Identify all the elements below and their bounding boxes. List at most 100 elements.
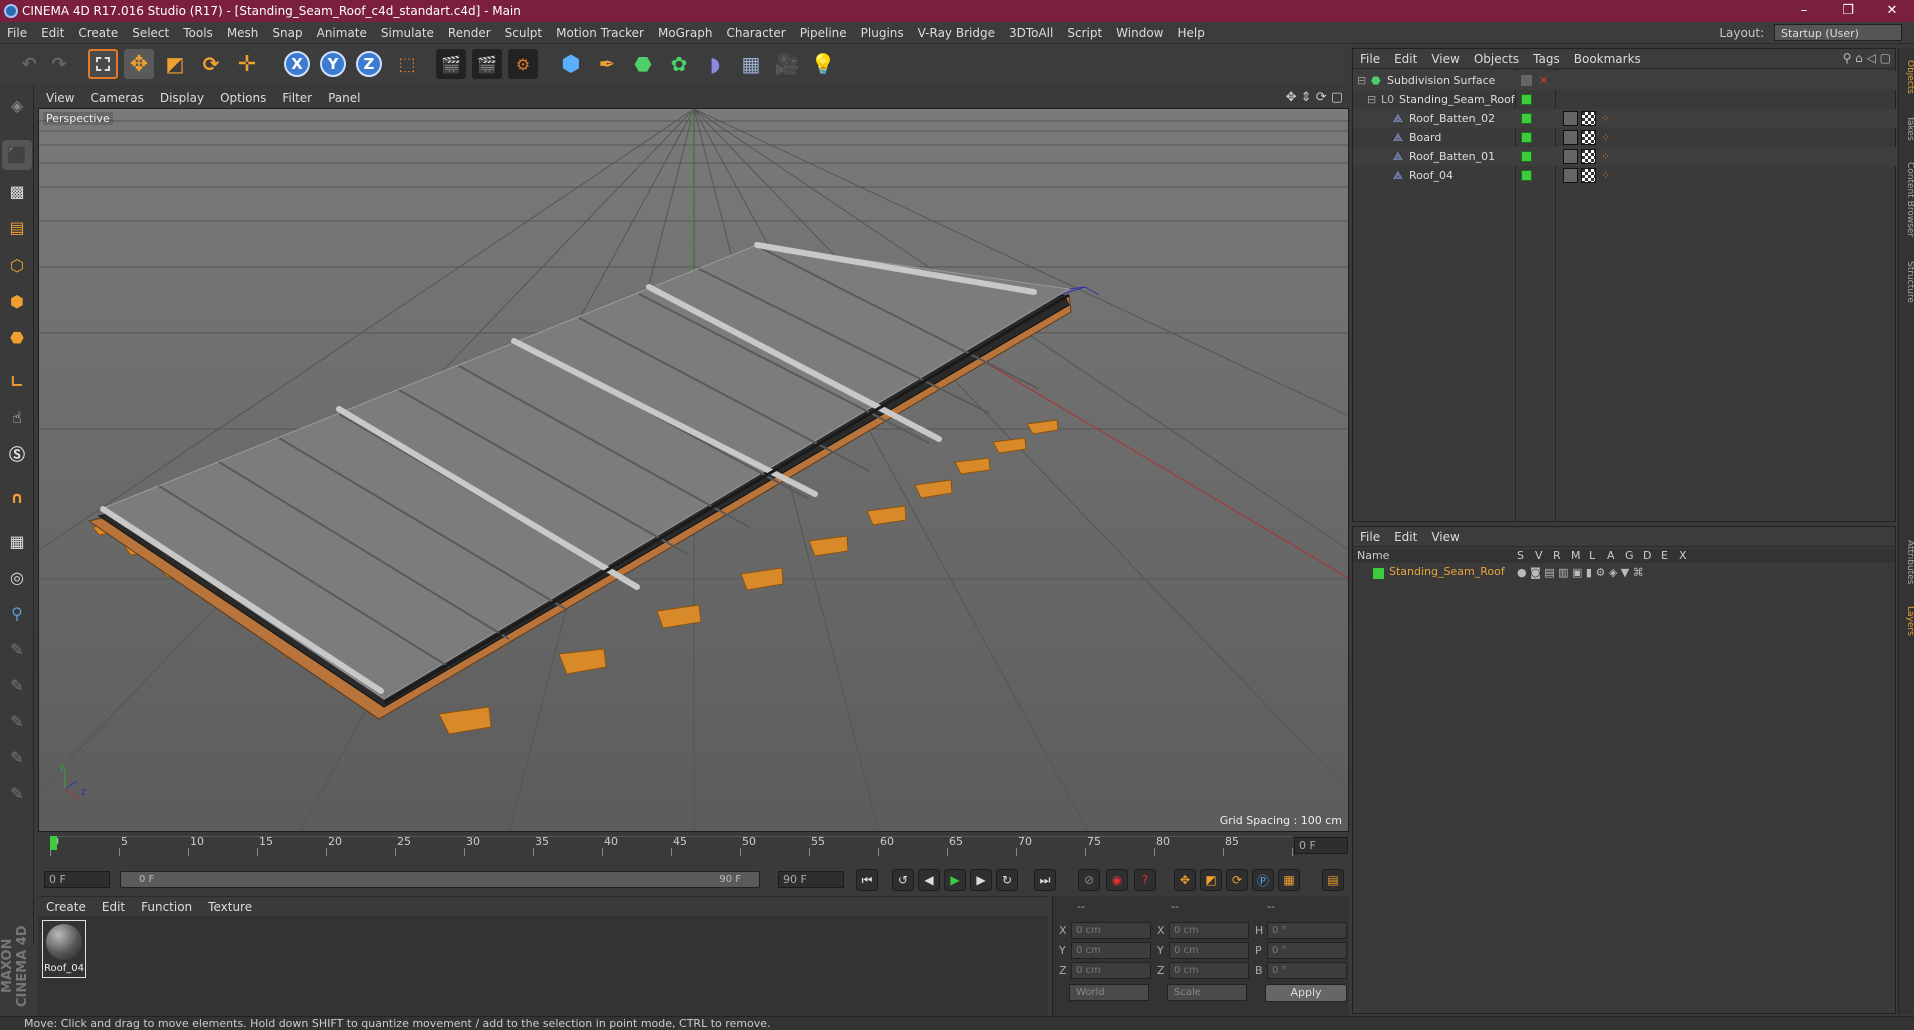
- menu-mograph[interactable]: MoGraph: [651, 22, 720, 44]
- layer-col-manager[interactable]: M: [1571, 549, 1581, 563]
- end-frame-field[interactable]: 90 F: [778, 871, 844, 888]
- menu-animate[interactable]: Animate: [310, 22, 374, 44]
- uvw-tag-icon[interactable]: [1581, 130, 1596, 145]
- z-axis-lock[interactable]: Z: [356, 51, 382, 77]
- record-keys-icon[interactable]: ⊘: [1078, 869, 1100, 891]
- menu-script[interactable]: Script: [1060, 22, 1109, 44]
- 3d-viewport[interactable]: y z Perspective Grid Spacing : 100 cm: [38, 108, 1349, 832]
- menu-render[interactable]: Render: [441, 22, 498, 44]
- menu-3dtoall[interactable]: 3DToAll: [1002, 22, 1060, 44]
- planar-workplane-icon[interactable]: ◎: [2, 562, 32, 592]
- material-tag-icon[interactable]: ⁘: [1601, 128, 1610, 147]
- objects-menu-tags[interactable]: Tags: [1526, 49, 1567, 69]
- redo-icon[interactable]: ↷: [44, 49, 74, 79]
- make-editable-icon[interactable]: ◈: [2, 90, 32, 120]
- material-tag-icon[interactable]: ⁘: [1601, 109, 1610, 128]
- size-z-field[interactable]: 0 cm: [1169, 962, 1249, 979]
- coordinate-mode-dropdown[interactable]: Scale: [1167, 984, 1247, 1001]
- edges-mode-icon[interactable]: ⬢: [2, 286, 32, 316]
- objects-menu-file[interactable]: File: [1353, 49, 1387, 69]
- subdivision-surface-icon[interactable]: ⬣: [628, 49, 658, 79]
- material-roof-04[interactable]: Roof_04: [42, 920, 86, 978]
- deformer-icon[interactable]: ◗: [700, 49, 730, 79]
- objects-menu-view[interactable]: View: [1424, 49, 1466, 69]
- goto-start-icon[interactable]: ⏮: [856, 869, 878, 891]
- spline-pen-icon[interactable]: ✒: [592, 49, 622, 79]
- layers-menu-file[interactable]: File: [1353, 527, 1387, 547]
- viewport-menu-display[interactable]: Display: [152, 88, 212, 108]
- menu-motion-tracker[interactable]: Motion Tracker: [549, 22, 651, 44]
- x-axis-lock[interactable]: X: [284, 51, 310, 77]
- transform-tool-icon[interactable]: ✛: [232, 49, 262, 79]
- layer-color-swatch[interactable]: [1521, 113, 1532, 124]
- objects-menu-bookmarks[interactable]: Bookmarks: [1567, 49, 1648, 69]
- snapping-icon[interactable]: Ⓢ: [2, 438, 32, 468]
- menu-snap[interactable]: Snap: [265, 22, 309, 44]
- position-x-field[interactable]: 0 cm: [1071, 922, 1151, 939]
- render-view-icon[interactable]: 🎬: [436, 49, 466, 79]
- dock-tab-layers[interactable]: Layers: [1899, 596, 1914, 646]
- layer-col-generators[interactable]: G: [1625, 549, 1634, 563]
- material-menu-create[interactable]: Create: [38, 897, 94, 917]
- objects-menu-objects[interactable]: Objects: [1467, 49, 1526, 69]
- undo-icon[interactable]: ↶: [14, 49, 44, 79]
- minimize-button[interactable]: –: [1782, 0, 1826, 22]
- position-key-icon[interactable]: ✥: [1174, 869, 1196, 891]
- play-icon[interactable]: ▶: [944, 869, 966, 891]
- axis-mode-icon[interactable]: ∟: [2, 366, 32, 396]
- frame-range-slider[interactable]: 0 F 90 F: [120, 871, 760, 888]
- viewport-menu-panel[interactable]: Panel: [320, 88, 368, 108]
- viewport-navigation-icons[interactable]: ✥ ⇕ ⟳ ▢: [1286, 90, 1343, 105]
- menu-plugins[interactable]: Plugins: [854, 22, 911, 44]
- object-row-board[interactable]: ⟁ Board ⁘: [1353, 128, 1897, 147]
- layers-menu-edit[interactable]: Edit: [1387, 527, 1424, 547]
- paint-tool-icon[interactable]: ✎: [2, 670, 32, 700]
- lock-workplane-icon[interactable]: ▦: [2, 526, 32, 556]
- smooth-tool-icon[interactable]: ✎: [2, 742, 32, 772]
- menu-simulate[interactable]: Simulate: [374, 22, 441, 44]
- layer-col-expressions[interactable]: E: [1661, 549, 1668, 563]
- y-axis-lock[interactable]: Y: [320, 51, 346, 77]
- menu-sculpt[interactable]: Sculpt: [498, 22, 549, 44]
- points-mode-icon[interactable]: ⬡: [2, 250, 32, 280]
- menu-pipeline[interactable]: Pipeline: [793, 22, 854, 44]
- close-button[interactable]: ✕: [1870, 0, 1914, 22]
- viewport-menu-options[interactable]: Options: [212, 88, 274, 108]
- floor-scene-icon[interactable]: ▦: [736, 49, 766, 79]
- menu-mesh[interactable]: Mesh: [220, 22, 266, 44]
- start-frame-field[interactable]: 0 F: [44, 871, 110, 888]
- material-tag-icon[interactable]: ⁘: [1601, 166, 1610, 185]
- python-icon[interactable]: ⚲: [2, 598, 32, 628]
- menu-edit[interactable]: Edit: [34, 22, 71, 44]
- dock-tab-objects[interactable]: Objects: [1899, 52, 1914, 102]
- object-row-roof-04[interactable]: ⟁ Roof_04 ⁘: [1353, 166, 1897, 185]
- parameter-key-icon[interactable]: Ⓟ: [1252, 869, 1274, 891]
- dock-tab-attributes[interactable]: Attributes: [1899, 532, 1914, 592]
- layer-color-swatch[interactable]: [1521, 94, 1532, 105]
- phong-tag-icon[interactable]: [1563, 130, 1578, 145]
- autokey-icon[interactable]: ◉: [1106, 869, 1128, 891]
- rotation-b-field[interactable]: 0 °: [1267, 962, 1347, 979]
- menu-window[interactable]: Window: [1109, 22, 1170, 44]
- live-selection-icon[interactable]: [88, 49, 118, 79]
- playhead[interactable]: [50, 836, 57, 850]
- texture-mode-icon[interactable]: ▩: [2, 176, 32, 206]
- layer-col-deformers[interactable]: D: [1643, 549, 1651, 563]
- disabled-x-icon[interactable]: ✕: [1539, 71, 1548, 90]
- knife-tool-icon[interactable]: ✎: [2, 778, 32, 808]
- edit-render-settings-icon[interactable]: ⚙: [508, 49, 538, 79]
- prev-key-icon[interactable]: ↺: [892, 869, 914, 891]
- menu-file[interactable]: File: [0, 22, 34, 44]
- layer-col-solo[interactable]: S: [1517, 549, 1524, 563]
- dock-tab-takes[interactable]: Takes: [1899, 108, 1914, 148]
- light-icon[interactable]: 💡: [808, 49, 838, 79]
- viewport-menu-filter[interactable]: Filter: [274, 88, 320, 108]
- phong-tag-icon[interactable]: [1563, 168, 1578, 183]
- dock-tab-content-browser[interactable]: Content Browser: [1899, 152, 1914, 248]
- rotation-p-field[interactable]: 0 °: [1267, 942, 1347, 959]
- restore-button[interactable]: ❐: [1826, 0, 1870, 22]
- menu-character[interactable]: Character: [719, 22, 792, 44]
- rotate-tool-icon[interactable]: ⟳: [196, 49, 226, 79]
- size-x-field[interactable]: 0 cm: [1169, 922, 1249, 939]
- layer-col-animation[interactable]: A: [1607, 549, 1615, 563]
